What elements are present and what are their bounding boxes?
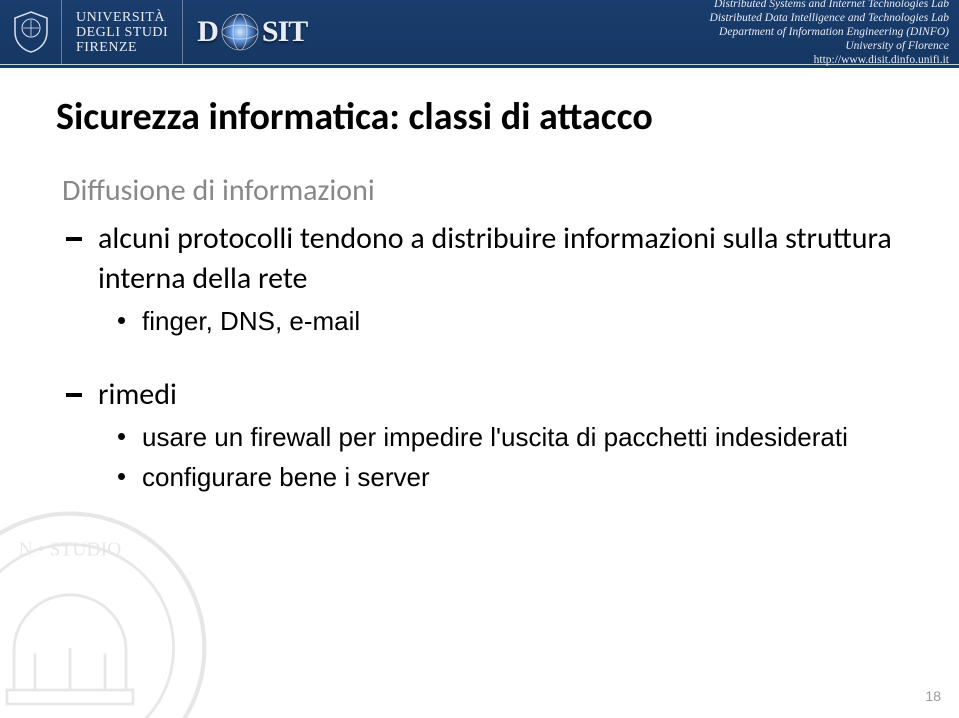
lab-line1: Distributed Systems and Internet Technol… [710,0,949,11]
bullet-item: rimedi usare un firewall per impedire l'… [62,375,925,497]
sub-bullet-text: usare un firewall per impedire l'uscita … [142,422,848,452]
bullet-list: alcuni protocolli tendono a distribuire … [62,219,925,341]
sub-bullet-item: finger, DNS, e-mail [114,301,925,341]
top-banner: UNIVERSITÀ DEGLI STUDI FIRENZE D [0,0,959,64]
globe-icon [216,8,264,56]
disit-post: SIT [262,15,307,49]
lab-line2: Distributed Data Intelligence and Techno… [710,11,949,25]
sub-bullet-text: configurare bene i server [142,462,430,492]
lab-info: Distributed Systems and Internet Technol… [710,0,949,67]
banner-left: UNIVERSITÀ DEGLI STUDI FIRENZE D [0,0,307,64]
uni-line3: FIRENZE [76,40,168,55]
bullet-item: alcuni protocolli tendono a distribuire … [62,219,925,341]
disit-logo: D SIT [183,8,307,56]
lab-line3: Department of Information Engineering (D… [710,25,949,39]
disit-pre: D [197,15,218,49]
bullet-list: rimedi usare un firewall per impedire l'… [62,375,925,497]
slide-content: Sicurezza informatica: classi di attacco… [0,68,959,497]
slide-title: Sicurezza informatica: classi di attacco [56,94,925,140]
watermark-seal: N • STUDIO [0,508,210,718]
bullet-text: rimedi [98,376,177,413]
sub-bullet-item: configurare bene i server [114,457,925,497]
crest-icon [11,10,51,54]
uni-line2: DEGLI STUDI [76,25,168,40]
lab-url: http://www.disit.dinfo.unifi.it [710,53,949,67]
university-name: UNIVERSITÀ DEGLI STUDI FIRENZE [62,0,183,64]
slide-subheading: Diffusione di informazioni [62,172,925,209]
sub-bullet-text: finger, DNS, e-mail [142,306,360,336]
university-crest [0,0,62,64]
lab-line4: University of Florence [710,39,949,53]
uni-line1: UNIVERSITÀ [76,10,168,25]
sub-bullet-item: usare un firewall per impedire l'uscita … [114,417,925,457]
bullet-text: alcuni protocolli tendono a distribuire … [98,220,892,297]
page-number: 18 [925,688,941,704]
svg-text:N • STUDIO: N • STUDIO [19,540,122,561]
